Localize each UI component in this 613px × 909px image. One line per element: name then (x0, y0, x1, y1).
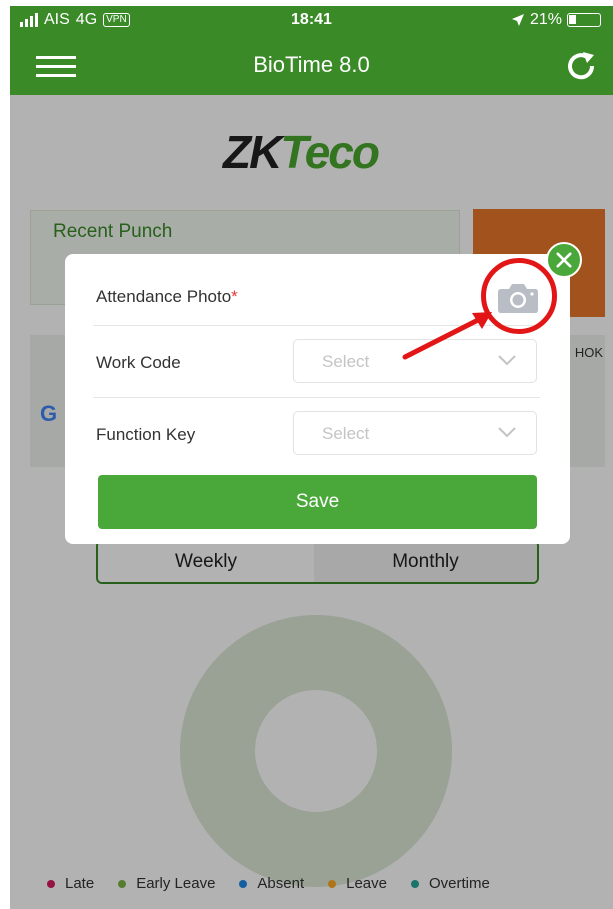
phone-screen: AIS 4G VPN 18:41 21% BioTime 8.0 ZKTeco (10, 6, 613, 909)
work-code-placeholder: Select (322, 352, 370, 371)
battery-icon (567, 13, 601, 27)
app-header: BioTime 8.0 (10, 34, 613, 95)
divider (93, 397, 540, 398)
page-title: BioTime 8.0 (253, 52, 370, 77)
close-icon[interactable] (546, 242, 582, 278)
screen: AIS 4G VPN 18:41 21% BioTime 8.0 ZKTeco (0, 0, 613, 909)
required-mark: * (231, 287, 238, 306)
annotation-arrow-icon (402, 312, 492, 360)
work-code-label: Work Code (96, 353, 181, 372)
refresh-icon[interactable] (563, 50, 599, 82)
battery-percent: 21% (529, 11, 562, 28)
chevron-down-icon (498, 427, 516, 438)
function-key-placeholder: Select (322, 424, 370, 443)
location-arrow-icon (511, 14, 524, 26)
save-button[interactable]: Save (98, 475, 537, 529)
status-right: 21% (511, 11, 601, 29)
status-bar: AIS 4G VPN 18:41 21% (10, 6, 613, 34)
function-key-label: Function Key (96, 425, 196, 444)
function-key-select[interactable]: Select (293, 411, 537, 455)
attendance-photo-label: Attendance Photo* (96, 287, 238, 306)
